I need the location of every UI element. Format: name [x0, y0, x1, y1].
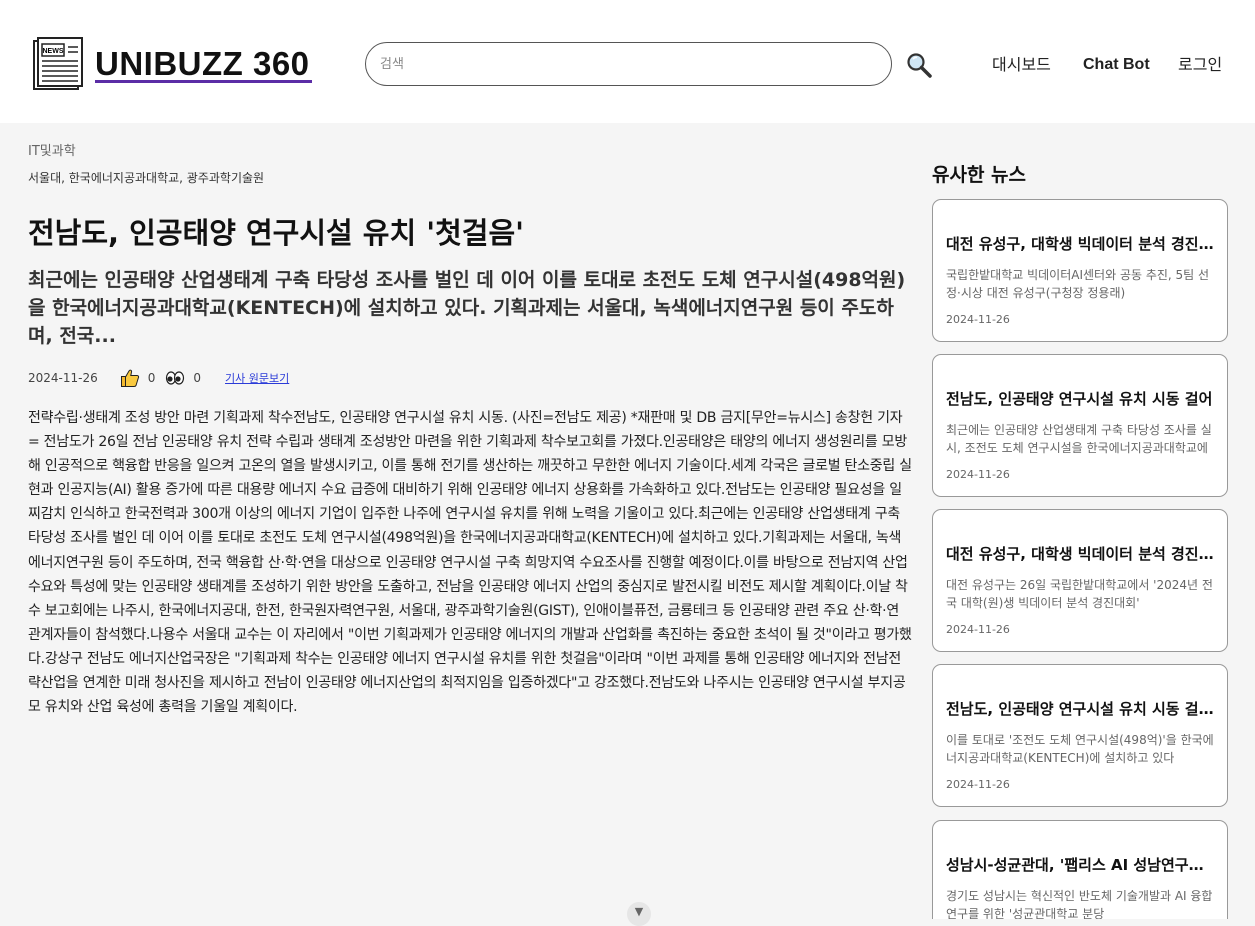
like-count: 0: [147, 371, 156, 385]
nav-login[interactable]: 로그인: [1178, 52, 1222, 78]
article-category: IT및과학: [28, 144, 76, 159]
nav-dashboard[interactable]: 대시보드: [992, 52, 1051, 78]
news-card-date: 2024-11-26: [946, 778, 1010, 791]
logo-underline: [95, 80, 312, 83]
search-bar[interactable]: [365, 42, 892, 86]
nav-chatbot[interactable]: Chat Bot: [1083, 52, 1150, 78]
site-logo-text[interactable]: UNIBUZZ 360: [95, 44, 310, 84]
news-card-title: 전남도, 인공태양 연구시설 유치 시동 걸어: [946, 390, 1213, 408]
search-icon[interactable]: [905, 51, 933, 79]
news-card-title: 성남시-성균관대, '팹리스 AI 성남연구센터' 개소: [946, 856, 1216, 874]
article-title: 전남도, 인공태양 연구시설 유치 '첫걸음': [28, 216, 525, 250]
thumbs-up-icon[interactable]: [120, 368, 140, 388]
news-card-desc: 국립한밭대학교 빅데이터AI센터와 공동 추진, 5팀 선정·시상 대전 유성구…: [946, 268, 1210, 300]
svg-text:NEWS: NEWS: [43, 48, 64, 55]
news-card-date: 2024-11-26: [946, 468, 1010, 481]
newspaper-icon[interactable]: NEWS: [30, 37, 85, 92]
news-card-date: 2024-11-26: [946, 623, 1010, 636]
news-card-desc: 이를 토대로 '조전도 도체 연구시설(498억)'을 한국에너지공과대학교(K…: [946, 733, 1214, 765]
similar-news-title: 유사한 뉴스: [932, 164, 1027, 186]
article-tags: 서울대, 한국에너지공과대학교, 광주과학기술원: [28, 171, 265, 185]
news-card-title: 대전 유성구, 대학생 빅데이터 분석 경진대회 개최: [946, 545, 1216, 563]
article-date: 2024-11-26: [28, 371, 98, 385]
eyes-icon: [166, 371, 185, 385]
news-card[interactable]: 성남시-성균관대, '팹리스 AI 성남연구센터' 개소 경기도 성남시는 혁신…: [932, 820, 1228, 919]
chevron-down-icon: ▼: [634, 905, 644, 918]
scroll-down-button[interactable]: ▼: [627, 902, 651, 926]
article-meta: 2024-11-26 0 0 기사 원문보기: [28, 366, 289, 390]
news-card[interactable]: 전남도, 인공태양 연구시설 유치 시동 걸었다 이를 토대로 '조전도 도체 …: [932, 664, 1228, 807]
article-summary: 최근에는 인공태양 산업생태계 구축 타당성 조사를 벌인 데 이어 이를 토대…: [28, 269, 906, 347]
news-card[interactable]: 대전 유성구, 대학생 빅데이터 분석 경진대회 국립한밭대학교 빅데이터AI센…: [932, 199, 1228, 342]
search-input[interactable]: [380, 56, 877, 72]
news-card-desc: 대전 유성구는 26일 국립한밭대학교에서 '2024년 전국 대학(원)생 빅…: [946, 578, 1213, 610]
news-card-title: 전남도, 인공태양 연구시설 유치 시동 걸었다: [946, 700, 1216, 718]
header: NEWS UNIBUZZ 360 대시보드 Chat Bot 로그인: [0, 0, 1255, 123]
news-card-desc: 최근에는 인공태양 산업생태계 구축 타당성 조사를 실시, 조전도 도체 연구…: [946, 423, 1212, 455]
news-card-desc: 경기도 성남시는 혁신적인 반도체 기술개발과 AI 융합 연구를 위한 '성균…: [946, 889, 1213, 919]
news-card[interactable]: 전남도, 인공태양 연구시설 유치 시동 걸어 최근에는 인공태양 산업생태계 …: [932, 354, 1228, 497]
source-link[interactable]: 기사 원문보기: [225, 370, 289, 386]
article-body: 전략수립·생태계 조성 방안 마련 기획과제 착수전남도, 인공태양 연구시설 …: [28, 410, 912, 716]
news-card-date: 2024-11-26: [946, 313, 1010, 326]
news-card[interactable]: 대전 유성구, 대학생 빅데이터 분석 경진대회 개최 대전 유성구는 26일 …: [932, 509, 1228, 652]
news-card-title: 대전 유성구, 대학생 빅데이터 분석 경진대회: [946, 235, 1216, 253]
view-count: 0: [193, 371, 202, 385]
